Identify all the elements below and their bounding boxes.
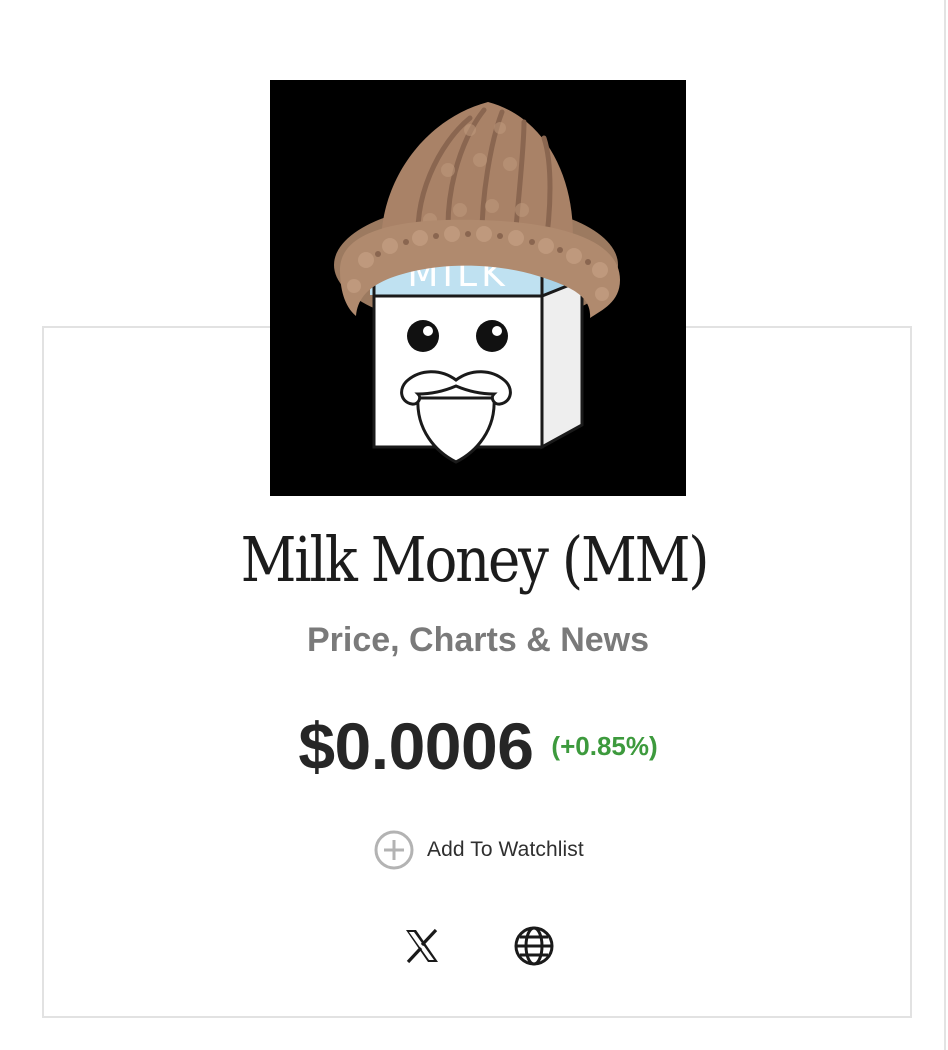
globe-icon — [514, 926, 554, 966]
website-link[interactable] — [512, 924, 556, 968]
page-title: Milk Money (MM) — [240, 523, 710, 596]
price-value: $0.0006 — [298, 709, 534, 783]
add-to-watchlist-button[interactable]: Add To Watchlist — [374, 828, 584, 872]
token-logo: MILK — [270, 80, 686, 496]
plus-circle-icon — [374, 830, 414, 870]
page-subtitle: Price, Charts & News — [306, 621, 650, 659]
x-social-link[interactable] — [400, 924, 444, 968]
add-to-watchlist-label: Add To Watchlist — [427, 838, 584, 861]
page-edge-divider — [944, 0, 946, 1050]
x-logo-icon — [406, 928, 438, 964]
milk-carton-mascot-image: MILK — [270, 80, 686, 496]
price-change-badge: (+0.85%) — [551, 730, 658, 761]
price-row: $0.0006 (+0.85%) — [0, 706, 948, 786]
